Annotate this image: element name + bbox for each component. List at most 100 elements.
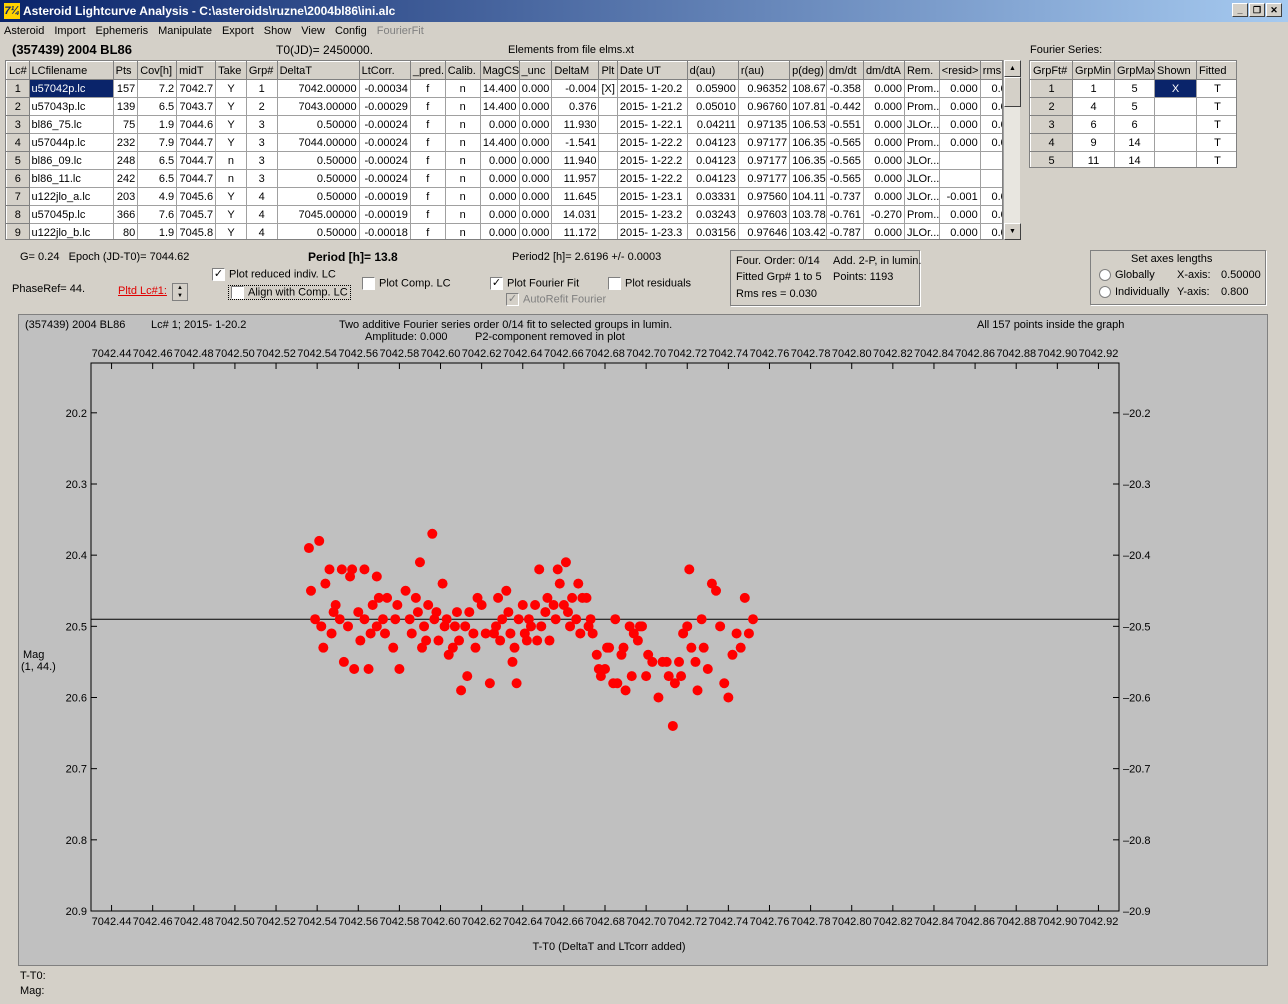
table-cell[interactable]: n (444, 205, 481, 224)
table-cell[interactable]: T (1196, 79, 1236, 98)
column-header[interactable]: Calib. (444, 61, 481, 80)
column-header[interactable]: midT (176, 61, 217, 80)
table-cell[interactable]: 203 (112, 187, 139, 206)
table-cell[interactable]: 11.940 (551, 151, 600, 170)
table-cell[interactable]: 7044.00000 (276, 133, 360, 152)
table-cell[interactable]: -0.442 (826, 97, 864, 116)
column-header[interactable]: d(au) (686, 61, 739, 80)
minimize-button[interactable]: _ (1232, 3, 1248, 17)
table-cell[interactable]: -0.565 (826, 151, 864, 170)
table-cell[interactable]: Y (215, 79, 247, 98)
table-cell[interactable]: -0.001 (938, 187, 981, 206)
table-cell[interactable]: Y (215, 187, 247, 206)
table-cell[interactable]: -0.358 (826, 79, 864, 98)
column-header[interactable]: Pts (112, 61, 139, 80)
table-cell[interactable]: 0.50000 (276, 223, 360, 239)
close-button[interactable]: ✕ (1266, 3, 1282, 17)
table-cell[interactable]: bl86_09.lc (28, 151, 114, 170)
menu-import[interactable]: Import (54, 25, 85, 37)
table-cell[interactable]: 0.000 (938, 205, 981, 224)
table-cell[interactable]: Prom... (903, 133, 940, 152)
column-header[interactable]: _unc (518, 61, 553, 80)
table-cell[interactable]: 248 (112, 151, 139, 170)
column-header[interactable]: Grp# (245, 61, 278, 80)
column-header[interactable]: dm/dtA (862, 61, 905, 80)
table-cell[interactable]: 106.35 (789, 151, 828, 170)
table-cell[interactable]: 1.9 (137, 115, 178, 134)
table-cell[interactable] (1154, 151, 1197, 167)
table-cell[interactable]: 0.96760 (737, 97, 791, 116)
table-cell[interactable]: 11.930 (551, 115, 600, 134)
autorefit-checkbox[interactable]: ✓ AutoRefit Fourier (506, 293, 606, 306)
table-cell[interactable] (598, 97, 618, 116)
table-cell[interactable]: 2015- 1-23.1 (616, 187, 688, 206)
column-header[interactable]: Fitted (1196, 61, 1236, 80)
table-cell[interactable]: f (409, 133, 446, 152)
column-header[interactable]: p(deg) (789, 61, 828, 80)
table-cell[interactable]: 107.81 (789, 97, 828, 116)
table-cell[interactable]: 11.645 (551, 187, 600, 206)
column-header[interactable]: GrpMin (1072, 61, 1115, 80)
scroll-up-icon[interactable]: ▲ (1004, 60, 1021, 77)
table-cell[interactable]: Prom... (903, 97, 940, 116)
table-cell[interactable]: 106.53 (789, 115, 828, 134)
table-cell[interactable]: 0.50000 (276, 115, 360, 134)
table-cell[interactable]: 0.000 (518, 223, 553, 239)
table-cell[interactable]: 2015- 1-23.3 (616, 223, 688, 239)
table-cell[interactable]: 157 (112, 79, 139, 98)
table-cell[interactable]: 14.400 (479, 79, 520, 98)
table-cell[interactable]: -0.737 (826, 187, 864, 206)
table-row[interactable]: 2 u57043p.lc 139 6.5 7043.7 Y 2 7043.00000 -0.00… (6, 97, 1002, 116)
column-header[interactable]: Cov[h] (137, 61, 178, 80)
column-header[interactable]: GrpMax (1114, 61, 1155, 80)
table-row[interactable]: 5 bl86_09.lc 248 6.5 7044.7 n 3 0.50000 -0.00024… (6, 151, 1002, 170)
table-cell[interactable]: 14 (1114, 133, 1155, 152)
column-header[interactable]: LtCorr. (358, 61, 411, 80)
table-cell[interactable]: u57045p.lc (28, 205, 114, 224)
table-cell[interactable]: 0.000 (518, 187, 553, 206)
table-cell[interactable]: 4 (245, 187, 278, 206)
table-cell[interactable] (938, 169, 981, 188)
table-cell[interactable]: 6 (1114, 115, 1155, 134)
table-cell[interactable]: 0.04123 (686, 133, 739, 152)
x-axis-value[interactable]: 0.50000 (1221, 269, 1261, 281)
table-cell[interactable]: n (444, 151, 481, 170)
table-cell[interactable]: 7044.7 (176, 151, 217, 170)
table-cell[interactable]: T (1196, 97, 1236, 116)
menu-fourierfit[interactable]: FourierFit (377, 25, 424, 37)
fourier-table-container[interactable]: GrpFt# GrpMin GrpMax Shown Fitted 1 1 5 X T 2 4 5 T 3 6… (1029, 60, 1237, 168)
table-cell[interactable]: 0.96352 (737, 79, 791, 98)
column-header[interactable]: r(au) (737, 61, 791, 80)
column-header[interactable]: rms res (979, 61, 1002, 80)
table-cell[interactable] (598, 187, 618, 206)
table-cell[interactable]: 103.78 (789, 205, 828, 224)
table-cell[interactable]: 4 (245, 205, 278, 224)
table-cell[interactable]: 0.000 (518, 115, 553, 134)
table-cell[interactable]: 3 (245, 151, 278, 170)
table-cell[interactable]: 0.000 (479, 115, 520, 134)
row-number[interactable]: 5 (6, 151, 30, 170)
table-cell[interactable]: 6.5 (137, 151, 178, 170)
table-cell[interactable]: 0.043 (979, 79, 1002, 98)
table-cell[interactable]: 1 (1072, 79, 1115, 98)
table-cell[interactable]: 9 (1072, 133, 1115, 152)
table-cell[interactable]: 0.000 (479, 223, 520, 239)
table-cell[interactable]: 7045.6 (176, 187, 217, 206)
table-cell[interactable]: 139 (112, 97, 139, 116)
menu-manipulate[interactable]: Manipulate (158, 25, 212, 37)
table-cell[interactable]: 5 (1114, 97, 1155, 116)
table-row[interactable]: 7 u122jlo_a.lc 203 4.9 7045.6 Y 4 0.50000 -0.000… (6, 187, 1002, 206)
table-cell[interactable]: -0.565 (826, 169, 864, 188)
menu-config[interactable]: Config (335, 25, 367, 37)
align-checkbox[interactable]: Align with Comp. LC (228, 285, 351, 300)
plot-comp-checkbox[interactable]: Plot Comp. LC (362, 277, 451, 290)
table-cell[interactable]: 5 (1114, 79, 1155, 98)
table-cell[interactable] (598, 133, 618, 152)
individually-radio[interactable]: Individually (1099, 286, 1169, 299)
column-header[interactable]: DeltaM (551, 61, 600, 80)
column-header[interactable]: dm/dt (826, 61, 864, 80)
column-header[interactable]: Date UT (616, 61, 688, 80)
table-cell[interactable]: 2015- 1-22.1 (616, 115, 688, 134)
table-cell[interactable]: Y (215, 205, 247, 224)
checkbox-checked-icon[interactable]: ✓ (212, 268, 225, 281)
